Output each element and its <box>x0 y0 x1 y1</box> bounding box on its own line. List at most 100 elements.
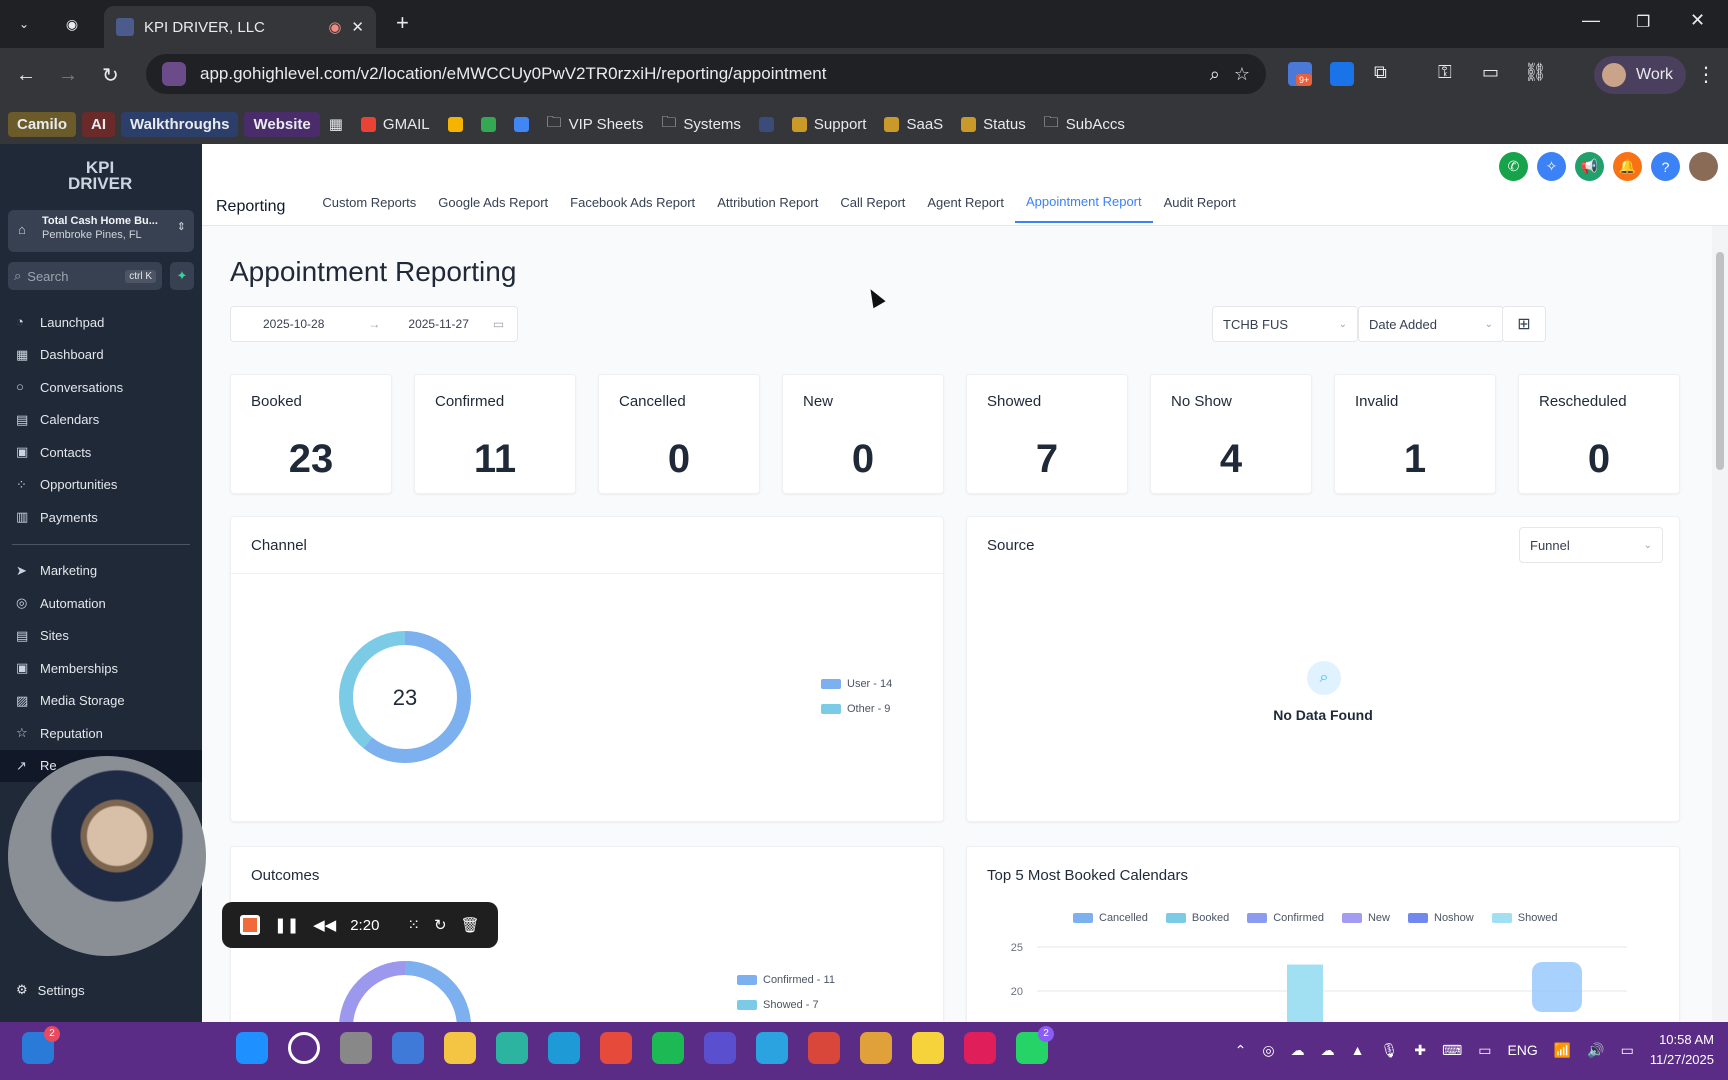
m365-icon[interactable] <box>704 1032 736 1064</box>
browser-menu-icon[interactable]: ⋮ <box>1696 62 1716 87</box>
start-icon[interactable] <box>236 1032 268 1064</box>
tab-attribution-report[interactable]: Attribution Report <box>706 191 829 222</box>
forward-icon[interactable]: → <box>58 64 78 87</box>
date-end[interactable]: 2025-11-27 <box>408 317 469 331</box>
tab-appointment-report[interactable]: Appointment Report <box>1015 190 1153 223</box>
calendar-filter-select[interactable]: TCHB FUS ⌄ <box>1212 306 1358 342</box>
kpi-bookmark-icon[interactable] <box>750 113 783 136</box>
google-photos-icon[interactable] <box>472 113 505 136</box>
bookmark-systems[interactable]: 🗀 Systems <box>652 108 750 141</box>
battery-icon[interactable]: ▭ <box>1621 1042 1634 1059</box>
whatsapp-icon[interactable]: 2 <box>1016 1026 1054 1064</box>
legend-item[interactable]: User - 14 <box>821 671 892 696</box>
legend-item[interactable]: Confirmed <box>1247 905 1324 930</box>
record-icon[interactable]: ◉ <box>62 14 82 34</box>
help-icon[interactable]: ? <box>1651 152 1680 181</box>
tab-list-chevron-icon[interactable]: ⌄ <box>14 14 34 34</box>
bookmark-website[interactable]: Website <box>244 111 320 137</box>
language-indicator[interactable]: ENG <box>1507 1042 1537 1058</box>
bookmark-subaccs[interactable]: 🗀 SubAccs <box>1035 108 1134 141</box>
slack-icon[interactable] <box>964 1032 996 1064</box>
microphone-icon[interactable]: 🎙 <box>1380 1042 1398 1059</box>
tab-call-report[interactable]: Call Report <box>829 191 916 222</box>
layout-toggle-icon[interactable]: ⊞ <box>1502 306 1546 342</box>
sidebar-item-payments[interactable]: ▥ Payments <box>0 501 202 534</box>
back-icon[interactable]: ← <box>16 64 36 87</box>
tray-chevron-icon[interactable]: ⌃ <box>1235 1042 1247 1059</box>
scrollbar-thumb[interactable] <box>1716 252 1724 470</box>
chrome-work-icon[interactable] <box>860 1032 892 1064</box>
passwords-key-icon[interactable]: ⚿ <box>1438 62 1452 83</box>
location-switcher[interactable]: ⌂ Total Cash Home Bu... Pembroke Pines, … <box>8 210 194 252</box>
rewind-icon[interactable]: ◀◀ <box>313 916 336 934</box>
date-range-picker[interactable]: 2025-10-28 → 2025-11-27 ▭ <box>230 306 518 342</box>
legend-item[interactable]: Confirmed - 11 <box>737 967 835 992</box>
legend-item[interactable]: Showed - 7 <box>737 992 835 1017</box>
reload-icon[interactable]: ↻ <box>102 63 119 88</box>
bookmark-ai[interactable]: AI <box>82 111 116 137</box>
extensions-puzzle-icon[interactable]: ⧉ <box>1374 62 1387 83</box>
tab-agent-report[interactable]: Agent Report <box>916 191 1015 222</box>
tray-app-icon[interactable]: ◎ <box>1262 1042 1274 1059</box>
grid-icon[interactable]: ⁙ <box>407 916 420 934</box>
legend-item[interactable]: Booked <box>1165 905 1229 930</box>
site-info-icon[interactable] <box>162 62 186 86</box>
bookmark-walkthroughs[interactable]: Walkthroughs <box>121 111 239 137</box>
phone-icon[interactable]: ✆ <box>1499 152 1528 181</box>
new-tab-icon[interactable]: + <box>396 10 409 36</box>
sidebar-item-contacts[interactable]: ▣ Contacts <box>0 436 202 469</box>
search-taskbar-icon[interactable] <box>288 1032 320 1064</box>
quick-action-bolt-icon[interactable]: ✦ <box>170 262 194 290</box>
sidebar-item-calendars[interactable]: ▤ Calendars <box>0 404 202 437</box>
drive-icon[interactable]: ▲ <box>1351 1042 1365 1058</box>
keyboard-icon[interactable]: ⌨ <box>1442 1042 1462 1059</box>
trash-icon[interactable]: 🗑 <box>461 916 480 934</box>
legend-item[interactable]: Showed <box>1491 905 1558 930</box>
sidebar-item-reputation[interactable]: ☆ Reputation <box>0 717 202 750</box>
chrome-icon[interactable] <box>600 1032 632 1064</box>
ai-magic-icon[interactable]: ✧ <box>1537 152 1566 181</box>
announcement-icon[interactable]: 📢 <box>1575 152 1604 181</box>
link-icon[interactable]: ⛓ <box>1524 62 1547 83</box>
display-icon[interactable]: ▭ <box>1478 1042 1491 1059</box>
file-explorer-icon[interactable] <box>444 1032 476 1064</box>
screen-recorder-extension-icon[interactable] <box>1330 62 1354 86</box>
google-calendar-icon[interactable] <box>505 113 538 136</box>
tray-tool-icon[interactable]: ✚ <box>1414 1042 1426 1059</box>
sidebar-item-opportunities[interactable]: ⁘ Opportunities <box>0 469 202 502</box>
restart-icon[interactable]: ↻ <box>434 916 447 934</box>
sidebar-item-settings[interactable]: ⚙ Settings <box>16 982 85 998</box>
zoom-icon[interactable]: ⌕ <box>1210 64 1220 85</box>
bookmark-camilo[interactable]: Camilo <box>8 111 77 137</box>
legend-item[interactable]: Noshow <box>1408 905 1474 930</box>
pause-icon[interactable]: ❚❚ <box>274 916 299 934</box>
bookmark-support[interactable]: Support <box>783 112 876 137</box>
tab-audit-report[interactable]: Audit Report <box>1153 191 1247 222</box>
edge-icon[interactable] <box>496 1032 528 1064</box>
clock[interactable]: 10:58 AM 11/27/2025 <box>1650 1030 1714 1070</box>
page-scrollbar[interactable] <box>1712 226 1728 1022</box>
sidebar-item-marketing[interactable]: ➤ Marketing <box>0 555 202 588</box>
address-bar[interactable]: app.gohighlevel.com/v2/location/eMWCCUy0… <box>146 54 1266 94</box>
user-avatar[interactable] <box>1689 152 1718 181</box>
bookmark-status[interactable]: Status <box>952 112 1035 137</box>
google-drive-icon[interactable] <box>439 113 472 136</box>
bookmark-star-icon[interactable]: ☆ <box>1234 64 1250 85</box>
telegram-icon[interactable] <box>756 1032 788 1064</box>
date-type-select[interactable]: Date Added ⌄ <box>1358 306 1504 342</box>
date-start[interactable]: 2025-10-28 <box>263 317 324 331</box>
sidebar-search[interactable]: ⌕ Search ctrl K <box>8 262 162 290</box>
cloud-icon[interactable]: ☁ <box>1291 1042 1305 1059</box>
calendar-app-icon[interactable]: 2 <box>22 1026 60 1064</box>
legend-item[interactable]: Other - 9 <box>821 696 892 721</box>
task-view-icon[interactable] <box>340 1032 372 1064</box>
wifi-icon[interactable]: 📶 <box>1554 1042 1571 1059</box>
photos-app-icon[interactable] <box>392 1032 424 1064</box>
sidebar-item-dashboard[interactable]: ▦ Dashboard <box>0 339 202 372</box>
sidebar-item-media-storage[interactable]: ▨ Media Storage <box>0 685 202 718</box>
sidebar-item-conversations[interactable]: ○ Conversations <box>0 371 202 404</box>
bookmark-gmail[interactable]: GMAIL <box>352 112 439 137</box>
floating-widget-icon[interactable] <box>1532 962 1582 1012</box>
tab-google-ads-report[interactable]: Google Ads Report <box>427 191 559 222</box>
legend-item[interactable]: New <box>1341 905 1390 930</box>
